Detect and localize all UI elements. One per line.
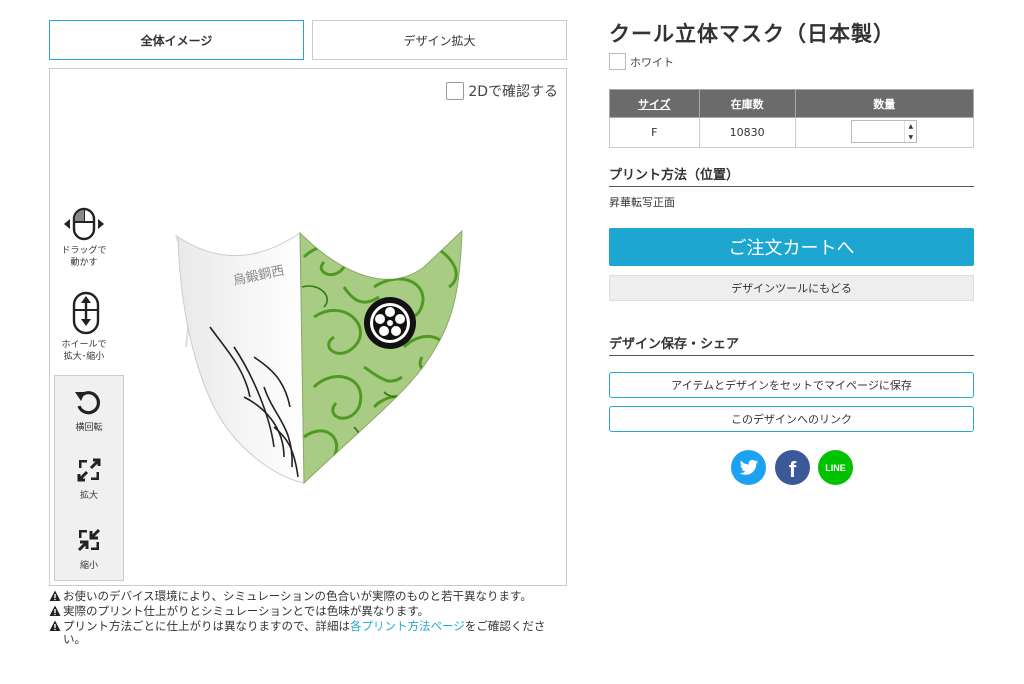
- col-header-stock: 在庫数: [698, 89, 796, 118]
- rotate-icon: [75, 391, 101, 415]
- notes-section: お使いのデバイス環境により、シミュレーションの色合いが実際のものと若干異なります…: [49, 590, 567, 648]
- drag-hint-label: ドラッグで 動かす: [61, 246, 107, 268]
- stepper-arrows[interactable]: ▲ ▼: [904, 121, 916, 142]
- zoom-in-label: 拡大: [79, 491, 98, 501]
- color-selector[interactable]: ホワイト: [609, 53, 674, 70]
- tab-full-image-label: 全体イメージ: [140, 33, 213, 48]
- save-to-mypage-button[interactable]: アイテムとデザインをセットでマイページに保存: [609, 372, 974, 398]
- chevron-up-icon[interactable]: ▲: [905, 121, 916, 132]
- design-link-button[interactable]: このデザインへのリンク: [609, 406, 974, 432]
- rotate-button[interactable]: 横回転: [55, 388, 123, 433]
- table-header-row: サイズ 在庫数 数量: [609, 89, 975, 118]
- check-2d-checkbox[interactable]: [446, 82, 465, 100]
- tab-full-image[interactable]: 全体イメージ: [49, 20, 304, 60]
- note-2: 実際のプリント仕上がりとシミュレーションとでは色味が異なります。: [63, 604, 430, 618]
- print-method-heading: プリント方法（位置）: [609, 164, 974, 187]
- zoom-in-button[interactable]: 拡大: [55, 456, 123, 501]
- mask-3d-viewer[interactable]: 2Dで確認する ドラッグで 動かす ホイールで 拡大･縮小 横回転 拡大 縮小 …: [49, 68, 567, 586]
- share-heading: デザイン保存・シェア: [609, 333, 974, 356]
- back-to-design-tool-button[interactable]: デザインツールにもどる: [609, 275, 974, 301]
- col-header-qty: 数量: [794, 89, 975, 118]
- color-name: ホワイト: [630, 55, 674, 69]
- note-3-pre: プリント方法ごとに仕上がりは異なりますので、詳細は: [63, 619, 351, 633]
- rotate-label: 横回転: [75, 423, 103, 433]
- print-method-page-link[interactable]: 各プリント方法ページ: [350, 619, 465, 633]
- warning-icon: [49, 590, 61, 601]
- print-method-value: 昇華転写正面: [609, 196, 675, 209]
- note-3: プリント方法ごとに仕上がりは異なりますので、詳細は各プリント方法ページをご確認く…: [63, 620, 567, 646]
- quantity-stepper[interactable]: ▲ ▼: [851, 120, 918, 143]
- warning-icon: [49, 605, 61, 616]
- drag-hint: ドラッグで 動かす: [54, 207, 114, 269]
- col-header-size[interactable]: サイズ: [609, 89, 700, 118]
- view-controls-panel: 横回転 拡大 縮小: [54, 375, 124, 581]
- mask-3d-render: 烏鍛鋼西: [175, 229, 463, 485]
- quantity-input[interactable]: [852, 121, 904, 142]
- family-crest-icon: [364, 297, 416, 349]
- twitter-share-button[interactable]: [731, 450, 766, 485]
- note-item: お使いのデバイス環境により、シミュレーションの色合いが実際のものと若干異なります…: [49, 590, 567, 603]
- chevron-down-icon[interactable]: ▼: [905, 132, 916, 143]
- line-share-button[interactable]: LINE: [818, 450, 853, 485]
- check-2d-label: 2Dで確認する: [468, 84, 558, 100]
- facebook-icon: f: [788, 456, 797, 482]
- mouse-wheel-icon: [72, 291, 100, 335]
- wheel-hint: ホイールで 拡大･縮小: [54, 291, 114, 363]
- note-item: プリント方法ごとに仕上がりは異なりますので、詳細は各プリント方法ページをご確認く…: [49, 620, 567, 646]
- twitter-icon: [739, 459, 758, 475]
- zoom-out-button[interactable]: 縮小: [55, 526, 123, 571]
- note-1: お使いのデバイス環境により、シミュレーションの色合いが実際のものと若干異なります…: [63, 589, 532, 603]
- stock-table: サイズ 在庫数 数量 F 10830 ▲ ▼: [609, 89, 975, 148]
- check-2d-toggle[interactable]: 2Dで確認する: [446, 81, 558, 101]
- shrink-icon: [77, 528, 101, 552]
- table-row: F 10830 ▲ ▼: [609, 117, 975, 148]
- cell-qty: ▲ ▼: [794, 117, 975, 148]
- zoom-out-label: 縮小: [79, 561, 98, 571]
- product-title: クール立体マスク（日本製）: [609, 22, 895, 46]
- color-swatch-white[interactable]: [609, 53, 626, 70]
- cell-size: F: [609, 117, 700, 148]
- note-item: 実際のプリント仕上がりとシミュレーションとでは色味が異なります。: [49, 605, 567, 618]
- wheel-hint-label: ホイールで 拡大･縮小: [61, 340, 107, 362]
- mouse-drag-icon: [64, 207, 104, 241]
- tab-design-zoom-label: デザイン拡大: [403, 33, 476, 48]
- warning-icon: [49, 620, 61, 631]
- facebook-share-button[interactable]: f: [775, 450, 810, 485]
- cell-stock: 10830: [698, 117, 796, 148]
- order-cart-button[interactable]: ご注文カートへ: [609, 228, 974, 266]
- line-icon: LINE: [825, 462, 846, 473]
- tab-design-zoom[interactable]: デザイン拡大: [312, 20, 567, 60]
- expand-icon: [77, 458, 101, 482]
